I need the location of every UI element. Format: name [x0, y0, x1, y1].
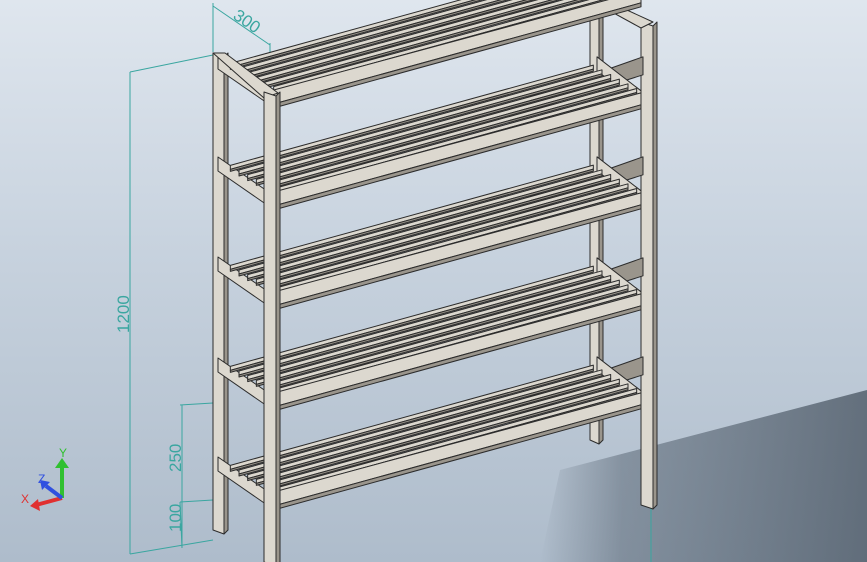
rear-right-post-side [652, 21, 658, 510]
shelf-slat-shadow [255, 82, 620, 186]
rack-shelves[interactable] [217, 0, 644, 512]
front-left-post [263, 91, 277, 562]
triad-z-label: Z [38, 472, 45, 486]
triad-x-label: X [21, 492, 29, 506]
dimension-depth-label: 300 [230, 6, 264, 38]
dimension-bottom-clearance-label: 100 [166, 504, 185, 532]
front-left-post-side [275, 91, 281, 562]
cad-viewport[interactable]: 300 1200 250 100 Y X Z [0, 0, 867, 562]
triad-z-axis [44, 484, 64, 500]
triad-y-label: Y [59, 446, 67, 460]
triad-x-axis [35, 496, 63, 507]
dimension-height-label: 1200 [114, 295, 133, 333]
model-view[interactable]: 300 1200 250 100 Y X Z [0, 0, 867, 562]
dimension-shelf-spacing-label: 250 [166, 444, 185, 472]
coordinate-triad: Y X Z [21, 446, 69, 511]
dimension-height[interactable] [129, 54, 214, 555]
triad-x-arrow-icon [30, 499, 40, 511]
